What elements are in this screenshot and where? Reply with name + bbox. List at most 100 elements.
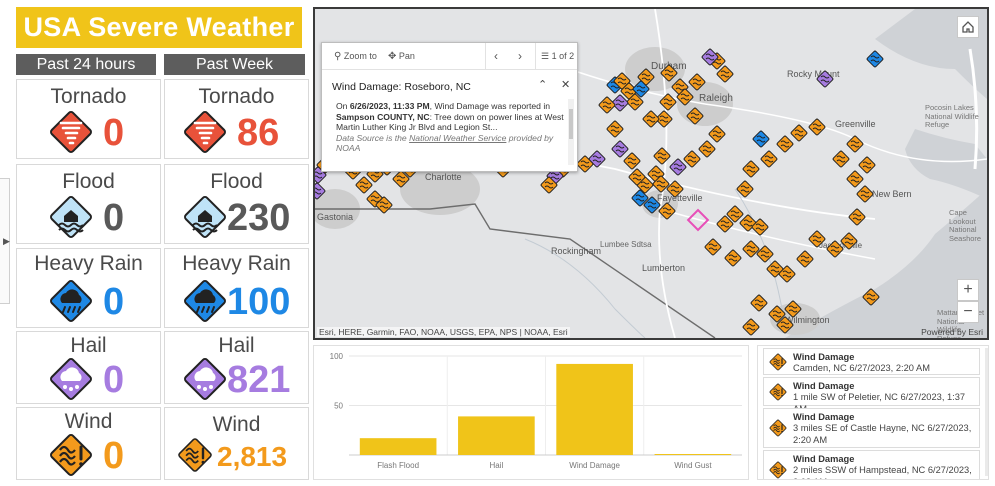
y-tick-label: 100 — [330, 352, 344, 361]
event-marker[interactable] — [808, 230, 826, 248]
collapse-icon[interactable]: ⌃ — [538, 78, 547, 91]
recent-events-list: Wind Damage Camden, NC 6/27/2023, 2:20 A… — [757, 345, 989, 480]
flood-24h-count: 0 — [103, 197, 125, 239]
zoom-to-button[interactable]: ⚲ Zoom to — [334, 51, 377, 62]
event-marker[interactable] — [611, 140, 629, 158]
event-marker[interactable] — [856, 185, 874, 203]
event-marker[interactable] — [784, 300, 802, 318]
zoom-in-button[interactable]: + — [957, 279, 979, 301]
feature-menu-button[interactable]: ☰ 1 of 2 — [541, 51, 574, 62]
tornado-label: Tornado — [198, 85, 275, 108]
event-marker[interactable] — [750, 294, 768, 312]
list-item[interactable]: Wind Damage 1 mile SW of Peletier, NC 6/… — [763, 377, 980, 414]
pan-icon: ✥ — [388, 51, 397, 62]
event-marker[interactable] — [808, 118, 826, 136]
event-marker[interactable] — [742, 318, 760, 336]
list-item-title: Wind Damage — [793, 454, 855, 464]
event-marker[interactable] — [840, 232, 858, 250]
event-marker[interactable] — [658, 202, 676, 220]
event-marker[interactable] — [704, 238, 722, 256]
list-item[interactable]: Wind Damage 3 miles SE of Castle Hayne, … — [763, 408, 980, 448]
event-marker[interactable] — [866, 50, 884, 68]
event-marker[interactable] — [653, 147, 671, 165]
event-marker[interactable] — [683, 150, 701, 168]
wind-label: Wind — [212, 413, 261, 436]
powered-by-esri[interactable]: Powered by Esri — [921, 327, 983, 337]
event-marker[interactable] — [742, 160, 760, 178]
close-icon[interactable]: ✕ — [561, 78, 570, 91]
event-marker[interactable] — [826, 240, 844, 258]
event-marker[interactable] — [736, 180, 754, 198]
bar-flash-flood[interactable] — [359, 438, 437, 455]
past-week-header: Past Week — [164, 54, 305, 75]
heavy-rain-warning-icon — [46, 276, 96, 326]
popup-title: Wind Damage: Roseboro, NC — [332, 81, 471, 93]
tornado-week-count: 86 — [237, 112, 280, 154]
event-marker[interactable] — [606, 120, 624, 138]
hail-week-card: Hail 821 — [164, 331, 309, 404]
wind-warning-icon — [46, 430, 96, 480]
event-marker[interactable] — [688, 73, 706, 91]
event-marker[interactable] — [862, 288, 880, 306]
event-marker[interactable] — [846, 135, 864, 153]
event-marker[interactable] — [598, 96, 616, 114]
event-marker[interactable] — [355, 176, 373, 194]
event-marker[interactable] — [708, 125, 726, 143]
event-marker[interactable] — [698, 140, 716, 158]
event-marker[interactable] — [315, 182, 326, 200]
event-marker[interactable] — [776, 135, 794, 153]
popup-scrollbar-thumb[interactable] — [569, 109, 573, 139]
heavy-rain-week-count: 100 — [227, 281, 291, 323]
flood-24h-card: Flood 0 — [16, 164, 161, 244]
hail-warning-icon — [180, 354, 230, 404]
event-marker[interactable] — [724, 249, 742, 267]
next-feature-button[interactable]: › — [518, 49, 522, 63]
weather-map[interactable]: Durham Raleigh Rocky Mount Greenville Ch… — [313, 7, 989, 340]
bar-wind-damage[interactable] — [556, 363, 633, 455]
event-marker[interactable] — [796, 250, 814, 268]
event-marker[interactable] — [669, 158, 687, 176]
event-marker[interactable] — [623, 152, 641, 170]
x-tick-label: Flash Flood — [377, 461, 419, 470]
previous-feature-button[interactable]: ‹ — [494, 49, 498, 63]
flood-label: Flood — [62, 170, 115, 193]
event-marker[interactable] — [848, 208, 866, 226]
event-marker[interactable] — [686, 107, 704, 125]
wind-week-card: Wind 2,813 — [164, 407, 309, 480]
hail-warning-icon — [46, 354, 96, 404]
wind-week-count: 2,813 — [217, 441, 288, 472]
event-marker[interactable] — [660, 64, 678, 82]
bar-wind-gust[interactable] — [654, 454, 732, 456]
list-item[interactable]: Wind Damage Camden, NC 6/27/2023, 2:20 A… — [763, 348, 980, 375]
list-scrollbar[interactable] — [985, 348, 988, 476]
event-marker[interactable] — [846, 170, 864, 188]
event-marker[interactable] — [642, 110, 660, 128]
map-attribution: Esri, HERE, Garmin, FAO, NOAA, USGS, EPA… — [317, 327, 570, 337]
zoom-to-label: Zoom to — [343, 51, 377, 61]
heavy-rain-label: Heavy Rain — [34, 252, 143, 275]
heavy-rain-week-card: Heavy Rain 100 — [164, 248, 309, 328]
event-marker[interactable] — [816, 70, 834, 88]
event-marker[interactable] — [790, 124, 808, 142]
bar-chart: 50 100 Flash Flood Hail Wind Damage Wind Gust — [330, 352, 742, 470]
selected-marker-highlight — [686, 208, 710, 232]
tornado-warning-icon — [180, 107, 230, 157]
expand-arrow-icon[interactable]: ▶ — [3, 236, 10, 247]
event-marker[interactable] — [752, 130, 770, 148]
event-marker[interactable] — [659, 93, 677, 111]
hail-24h-count: 0 — [103, 359, 125, 401]
event-marker[interactable] — [858, 156, 876, 174]
flood-label: Flood — [210, 170, 263, 193]
x-tick-label: Wind Gust — [674, 461, 712, 470]
event-marker[interactable] — [760, 150, 778, 168]
home-button[interactable] — [957, 16, 979, 38]
hail-week-count: 821 — [227, 359, 291, 401]
wind-warning-icon — [769, 353, 787, 371]
pan-button[interactable]: ✥ Pan — [388, 51, 415, 62]
nws-link[interactable]: National Weather Service — [409, 133, 506, 143]
zoom-out-button[interactable]: − — [957, 301, 979, 323]
list-item-detail: 2 miles SSW of Hampstead, NC 6/27/2023, … — [793, 465, 972, 479]
bar-hail[interactable] — [458, 416, 535, 455]
list-item[interactable]: Wind Damage 2 miles SSW of Hampstead, NC… — [763, 450, 980, 479]
event-marker[interactable] — [832, 150, 850, 168]
